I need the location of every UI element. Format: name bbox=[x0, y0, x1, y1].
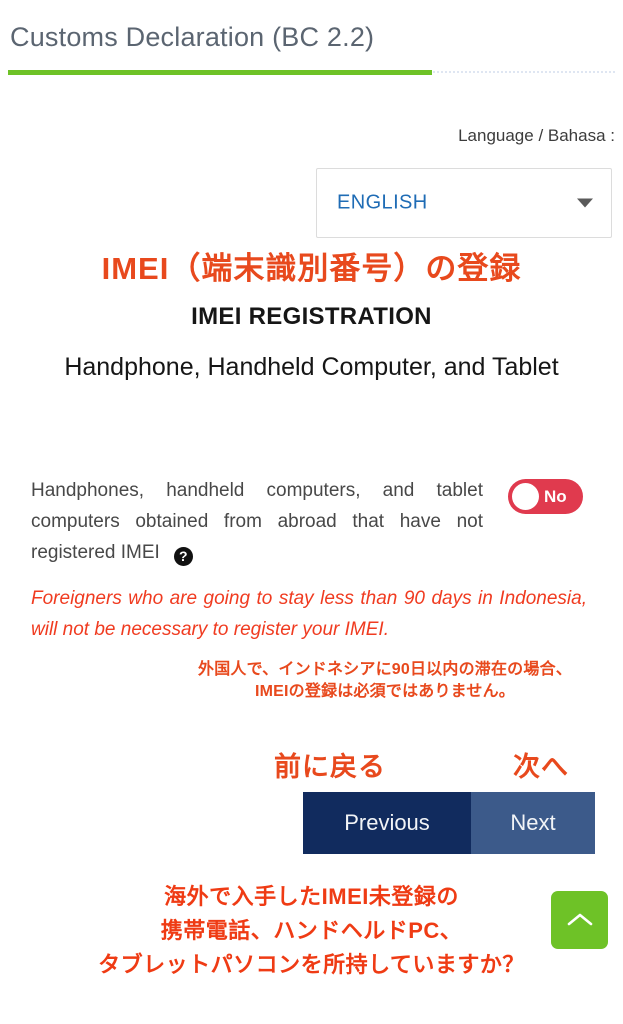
imei-question-label: Handphones, handheld computers, and tabl… bbox=[31, 480, 483, 563]
bottom-note-line3: タブレットパソコンを所持していますか？ bbox=[98, 952, 525, 978]
bottom-note-line1: 海外で入手したIMEI未登録の bbox=[164, 884, 459, 909]
heading-subtitle: Handphone, Handheld Computer, and Tablet bbox=[64, 353, 559, 381]
next-button[interactable]: Next bbox=[471, 792, 595, 854]
language-select[interactable]: ENGLISH bbox=[316, 168, 612, 238]
bottom-note-line2: 携帯電話、ハンドヘルドPC、 bbox=[160, 918, 463, 944]
previous-label-japanese: 前に戻る bbox=[274, 752, 386, 782]
toggle-knob bbox=[512, 483, 539, 510]
help-question-icon[interactable]: ? bbox=[173, 546, 193, 566]
heading-japanese: IMEI（端末識別番号）の登録 bbox=[101, 251, 522, 286]
bottom-note-japanese: 海外で入手したIMEI未登録の 携帯電話、ハンドヘルドPC、 タブレットパソコン… bbox=[0, 880, 623, 982]
previous-button[interactable]: Previous bbox=[303, 792, 471, 854]
toggle-value-label: No bbox=[544, 486, 567, 506]
exemption-note-english: Foreigners who are going to stay less th… bbox=[31, 588, 587, 640]
heading-english: IMEI REGISTRATION bbox=[191, 303, 432, 330]
navigation-button-group: Previous Next bbox=[303, 792, 595, 854]
chevron-down-icon bbox=[577, 198, 593, 208]
exemption-note-japanese-line1: 外国人で、インドネシアに90日以内の滞在の場合、 bbox=[198, 661, 572, 678]
chevron-up-icon bbox=[567, 913, 592, 926]
page-title: Customs Declaration (BC 2.2) bbox=[10, 22, 375, 52]
divider-green-segment bbox=[8, 70, 432, 75]
language-label: Language / Bahasa : bbox=[458, 126, 615, 145]
exemption-note-japanese: 外国人で、インドネシアに90日以内の滞在の場合、 IMEIの登録は必須ではありま… bbox=[160, 659, 610, 702]
language-selected-value: ENGLISH bbox=[337, 191, 428, 214]
exemption-note-japanese-line2: IMEIの登録は必須ではありません。 bbox=[254, 682, 515, 700]
imei-toggle-switch[interactable]: No bbox=[508, 479, 583, 514]
next-label-japanese: 次へ bbox=[513, 752, 569, 782]
imei-question-text: Handphones, handheld computers, and tabl… bbox=[31, 476, 483, 568]
title-divider bbox=[8, 70, 615, 75]
scroll-to-top-button[interactable] bbox=[551, 891, 608, 949]
